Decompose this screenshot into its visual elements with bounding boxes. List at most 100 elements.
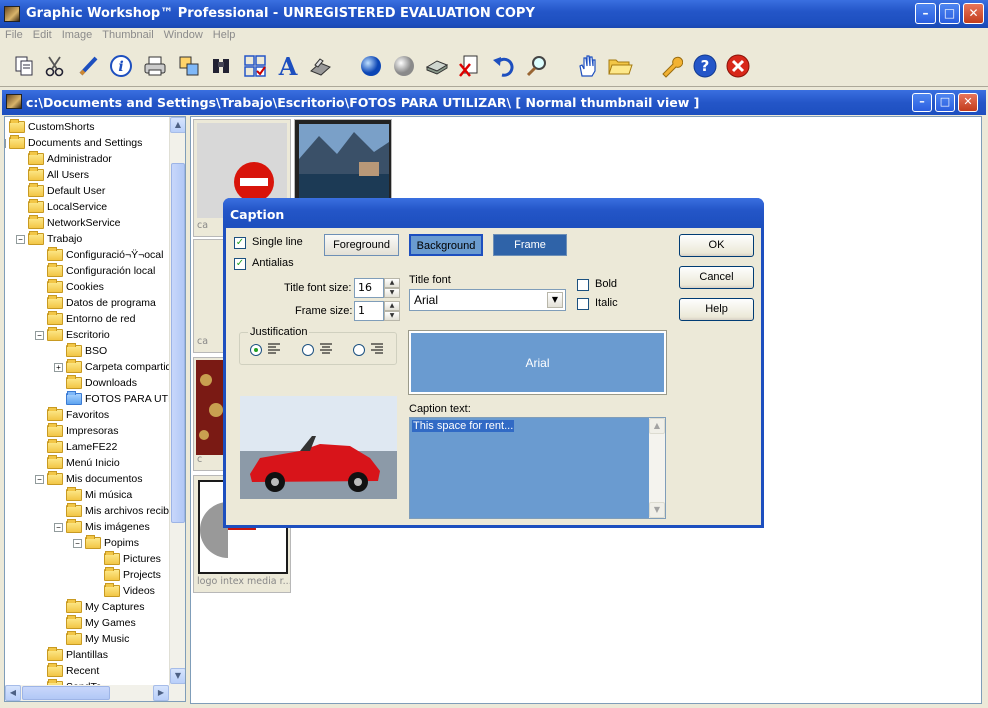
tree-item[interactable]: Administrador [28, 151, 112, 167]
ok-button[interactable]: OK [679, 234, 754, 257]
blue-ball-icon[interactable] [358, 53, 384, 79]
caption-scroll-down[interactable]: ▼ [649, 502, 665, 518]
tree-item[interactable]: LocalService [28, 199, 107, 215]
bold-checkbox[interactable] [577, 279, 589, 291]
brush-icon[interactable] [76, 53, 102, 79]
cancel-button[interactable]: Cancel [679, 266, 754, 289]
collapse-icon[interactable]: − [5, 138, 6, 148]
scroll-left-button[interactable]: ◀ [5, 685, 21, 701]
tree-item[interactable]: Default User [28, 183, 105, 199]
print-icon[interactable] [142, 53, 168, 79]
tree-item[interactable]: Pictures [104, 551, 161, 567]
font-size-down-button[interactable]: ▼ [384, 288, 400, 298]
tree-item[interactable]: LameFE22 [47, 439, 117, 455]
duplicate-icon[interactable] [176, 53, 202, 79]
scanner-icon[interactable] [307, 53, 333, 79]
tree-item[interactable]: + Carpeta compartida [54, 359, 177, 375]
tree-item[interactable]: Mis archivos recibidos [66, 503, 185, 519]
child-minimize-button[interactable]: – [912, 93, 932, 112]
justify-left-radio[interactable] [250, 344, 262, 356]
collapse-icon[interactable]: − [54, 522, 63, 532]
tree-item[interactable]: Menú Inicio [47, 455, 120, 471]
italic-checkbox[interactable] [577, 298, 589, 310]
collapse-icon[interactable]: − [35, 474, 44, 484]
tree-item[interactable]: CustomShorts [9, 119, 95, 135]
tree-item[interactable]: My Music [66, 631, 129, 647]
caption-scroll-up[interactable]: ▲ [649, 418, 665, 434]
thumbnail[interactable] [294, 119, 392, 207]
title-font-size-input[interactable]: 16 [354, 278, 384, 298]
tree-item[interactable]: Recent [47, 663, 99, 679]
tree-item[interactable]: Videos [104, 583, 155, 599]
menu-file[interactable]: File [0, 28, 28, 42]
tree-item[interactable]: − Mis imágenes [54, 519, 150, 535]
tree-item[interactable]: My Captures [66, 599, 145, 615]
single-line-checkbox[interactable]: ✓ [234, 237, 246, 249]
help-icon[interactable]: ? [692, 53, 718, 79]
tree-item[interactable]: Configuració¬Ÿ¬ocal [47, 247, 163, 263]
justify-right-radio[interactable] [353, 344, 365, 356]
tree-item[interactable]: − Trabajo [16, 231, 82, 247]
menu-edit[interactable]: Edit [28, 28, 57, 42]
title-font-select[interactable]: Arial ▼ [409, 289, 566, 311]
copy-icon[interactable] [11, 53, 37, 79]
background-button[interactable]: Background [409, 234, 483, 256]
tree-item[interactable]: Cookies [47, 279, 104, 295]
tree-item[interactable]: BSO [66, 343, 107, 359]
tree-item[interactable]: Configuración local [47, 263, 155, 279]
minimize-button[interactable]: – [915, 3, 936, 24]
tree-item[interactable]: − Popims [73, 535, 139, 551]
menu-image[interactable]: Image [57, 28, 98, 42]
app-icon[interactable] [4, 6, 20, 22]
tree-item[interactable]: NetworkService [28, 215, 121, 231]
tree-item[interactable]: Favoritos [47, 407, 109, 423]
expand-icon[interactable]: + [54, 362, 63, 372]
delete-doc-icon[interactable] [456, 53, 482, 79]
folder-tree[interactable]: CustomShorts − Documents and Settings Admin… [4, 116, 186, 702]
caption-text-area[interactable]: This space for rent... ▲ ▼ [409, 417, 666, 519]
info-icon[interactable]: i [108, 53, 134, 79]
magnifier-icon[interactable] [524, 53, 550, 79]
tree-item[interactable]: − Escritorio [35, 327, 110, 343]
hscroll-thumb[interactable] [22, 686, 110, 700]
tree-item[interactable]: Datos de programa [47, 295, 156, 311]
tree-item[interactable]: Plantillas [47, 647, 108, 663]
frame-size-input[interactable]: 1 [354, 301, 384, 321]
help-button[interactable]: Help [679, 298, 754, 321]
caption-scrollbar[interactable]: ▲ ▼ [649, 418, 665, 518]
font-size-up-button[interactable]: ▲ [384, 278, 400, 288]
child-maximize-button[interactable]: □ [935, 93, 955, 112]
menu-thumbnail[interactable]: Thumbnail [97, 28, 158, 42]
tree-item[interactable]: Impresoras [47, 423, 119, 439]
tree-item[interactable]: My Games [66, 615, 136, 631]
foreground-button[interactable]: Foreground [324, 234, 399, 256]
hand-icon[interactable] [575, 53, 601, 79]
tree-item[interactable]: − Documents and Settings [5, 135, 142, 151]
binoculars-icon[interactable] [208, 53, 234, 79]
child-close-button[interactable]: ✕ [958, 93, 978, 112]
chevron-down-icon[interactable]: ▼ [547, 292, 563, 308]
grey-ball-icon[interactable] [391, 53, 417, 79]
tree-item[interactable]: Mi música [66, 487, 132, 503]
collapse-icon[interactable]: − [16, 234, 25, 244]
select-icon[interactable] [242, 53, 268, 79]
menu-help[interactable]: Help [208, 28, 241, 42]
scroll-thumb[interactable] [171, 163, 185, 523]
maximize-button[interactable]: □ [939, 3, 960, 24]
text-icon[interactable]: A [275, 52, 301, 81]
tree-item[interactable]: FOTOS PARA UTILIZAR [66, 391, 185, 407]
frame-size-down-button[interactable]: ▼ [384, 311, 400, 321]
close-icon[interactable] [725, 53, 751, 79]
cut-icon[interactable] [42, 53, 68, 79]
frame-button[interactable]: Frame [493, 234, 567, 256]
frame-size-up-button[interactable]: ▲ [384, 301, 400, 311]
scroll-right-button[interactable]: ▶ [153, 685, 169, 701]
wrench-icon[interactable] [658, 53, 684, 79]
antialias-checkbox[interactable]: ✓ [234, 258, 246, 270]
scroll-down-button[interactable]: ▼ [170, 668, 185, 684]
tree-vertical-scrollbar[interactable]: ▲ ▼ [169, 117, 185, 685]
tree-horizontal-scrollbar[interactable]: ◀ ▶ [5, 685, 185, 701]
justify-center-radio[interactable] [302, 344, 314, 356]
close-button[interactable]: ✕ [963, 3, 984, 24]
disk-icon[interactable] [424, 53, 450, 79]
